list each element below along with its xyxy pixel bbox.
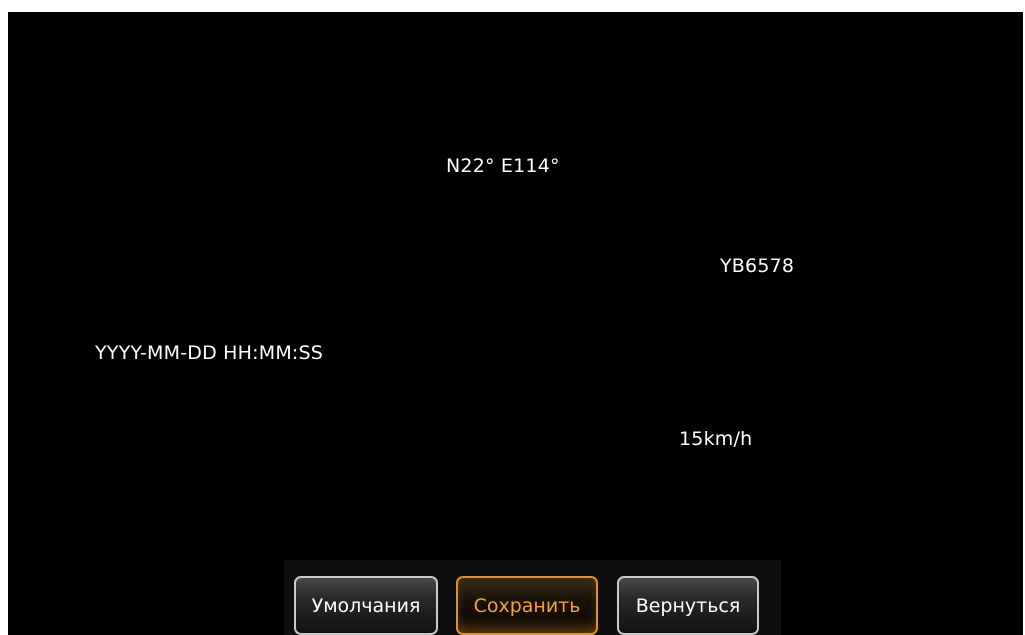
datetime-overlay[interactable]: YYYY-MM-DD HH:MM:SS <box>95 342 323 364</box>
save-button[interactable]: Сохранить <box>456 576 598 635</box>
license-plate-overlay[interactable]: YB6578 <box>720 255 794 277</box>
back-button[interactable]: Вернуться <box>617 576 759 635</box>
defaults-button[interactable]: Умолчания <box>294 576 438 635</box>
osd-preview-screen: N22° E114° YB6578 YYYY-MM-DD HH:MM:SS 15… <box>8 12 1023 635</box>
speed-overlay[interactable]: 15km/h <box>679 428 752 450</box>
button-bar: Умолчания Сохранить Вернуться <box>284 560 781 635</box>
gps-coordinates-overlay[interactable]: N22° E114° <box>446 155 560 177</box>
